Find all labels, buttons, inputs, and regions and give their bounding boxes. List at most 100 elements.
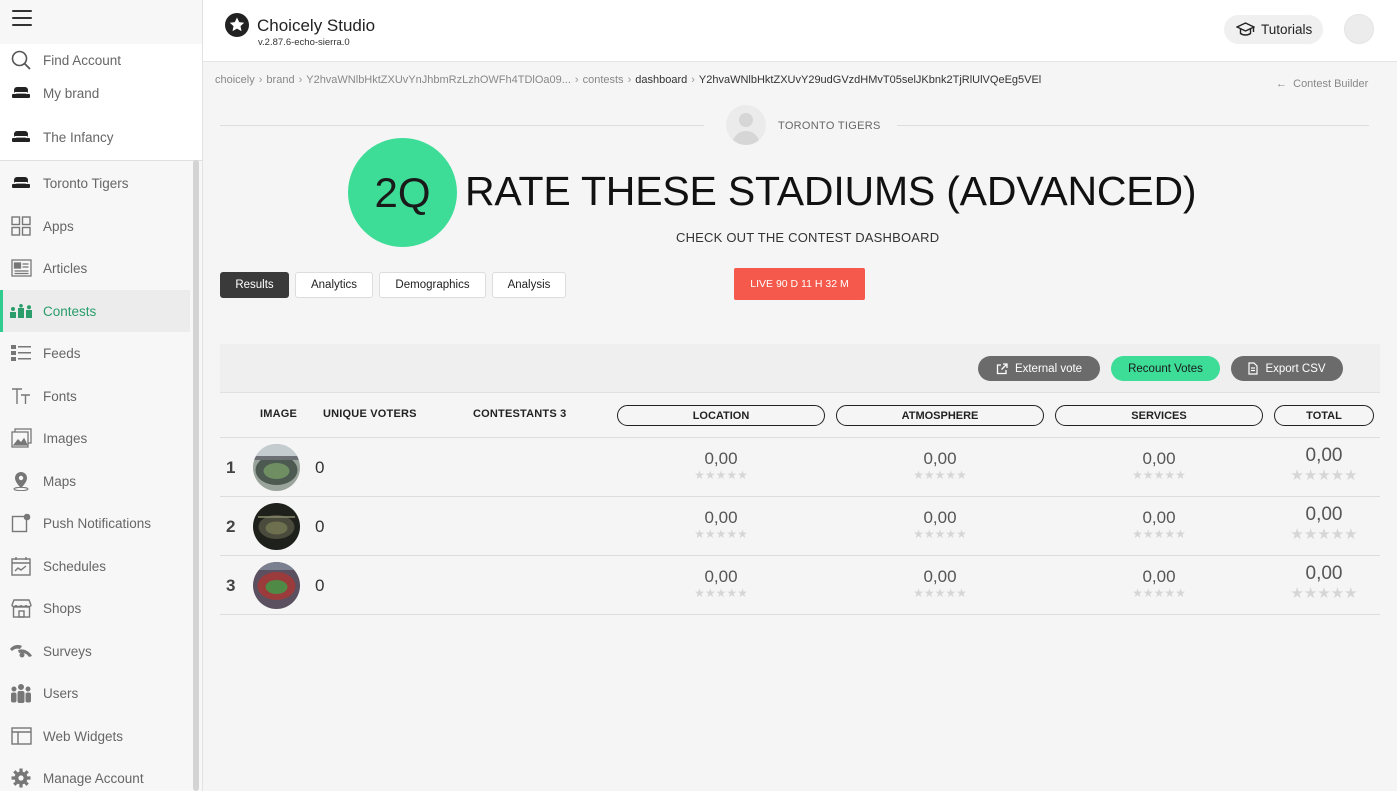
arrow-left-icon: ← — [1276, 78, 1287, 90]
total-score: 0,00 ★★★★★ — [1264, 504, 1384, 543]
external-vote-button[interactable]: External vote — [978, 356, 1100, 381]
contestant-image[interactable] — [253, 503, 300, 550]
star-rating-icon: ★★★★★ — [1290, 467, 1358, 484]
sidebar-item-articles[interactable]: Articles — [0, 247, 190, 289]
tab-analytics[interactable]: Analytics — [295, 272, 373, 298]
top-bar: Choicely Studio v.2.87.6-echo-sierra.0 T… — [203, 0, 1397, 62]
brand-hat-icon — [10, 172, 32, 194]
atmosphere-score: 0,00 ★★★★★ — [880, 567, 1000, 600]
row-unique-voters: 0 — [315, 458, 325, 477]
live-status-badge: LIVE 90 D 11 H 32 M — [734, 268, 865, 300]
export-csv-button[interactable]: Export CSV — [1231, 356, 1343, 381]
total-value: 0,00 — [1305, 445, 1343, 466]
sidebar-item-toronto-tigers[interactable]: Toronto Tigers — [0, 162, 190, 204]
breadcrumb: choicely › brand › Y2hvaWNlbHktZXUvYnJhbmRzL… — [215, 74, 1042, 86]
document-icon — [1248, 362, 1259, 375]
user-avatar[interactable] — [1344, 14, 1374, 44]
tutorials-label: Tutorials — [1261, 22, 1313, 37]
column-header-contestants: CONTESTANTS 3 — [473, 408, 567, 420]
tab-results[interactable]: Results — [220, 272, 289, 298]
sidebar-item-manage-account[interactable]: Manage Account — [0, 757, 190, 791]
sidebar-item-fonts[interactable]: Fonts — [0, 375, 190, 417]
fonts-icon — [10, 385, 32, 407]
sidebar-item-contests[interactable]: Contests — [0, 290, 190, 332]
sidebar-item-surveys[interactable]: Surveys — [0, 630, 190, 672]
column-header-location[interactable]: LOCATION — [617, 405, 825, 426]
sidebar-item-label: Fonts — [43, 388, 77, 404]
breadcrumb-item-dashboard[interactable]: dashboard — [635, 74, 687, 86]
sidebar-item-label: My brand — [43, 85, 100, 101]
search-icon — [10, 49, 32, 71]
sidebar-item-feeds[interactable]: Feeds — [0, 332, 190, 374]
row-rank: 3 — [226, 576, 236, 595]
brand-hat-icon — [10, 126, 32, 148]
total-value: 0,00 — [1305, 504, 1343, 525]
contests-icon — [10, 300, 32, 322]
column-header-total[interactable]: TOTAL — [1274, 405, 1374, 426]
sidebar-item-label: Maps — [43, 473, 77, 489]
push-notification-icon — [10, 512, 32, 534]
sidebar-item-label: Push Notifications — [43, 515, 152, 531]
sidebar-item-apps[interactable]: Apps — [0, 205, 190, 247]
sidebar-item-label: Schedules — [43, 558, 107, 574]
contestant-image[interactable] — [253, 444, 300, 491]
sidebar-item-schedules[interactable]: Schedules — [0, 545, 190, 587]
location-value: 0,00 — [704, 508, 738, 527]
column-header-image: IMAGE — [260, 408, 298, 420]
sidebar-item-label: Find Account — [43, 52, 122, 68]
sidebar-item-my-brand[interactable]: My brand — [0, 72, 190, 114]
star-rating-icon: ★★★★★ — [913, 527, 967, 541]
choicely-logo-icon[interactable] — [225, 13, 249, 37]
breadcrumb-item-choicely[interactable]: choicely — [215, 74, 255, 86]
tutorials-button[interactable]: Tutorials — [1224, 15, 1323, 44]
sidebar-item-users[interactable]: Users — [0, 672, 190, 714]
contest-builder-link[interactable]: ← Contest Builder — [1276, 78, 1368, 90]
table-row[interactable]: 1 0 0,00 ★★★★★ 0,00 ★★★★★ 0,00 ★★★★★ 0,00 ★★… — [220, 438, 1380, 497]
gear-icon — [10, 767, 32, 789]
sidebar-item-images[interactable]: Images — [0, 417, 190, 459]
sidebar-scrollbar-thumb[interactable] — [193, 160, 199, 791]
recount-votes-button[interactable]: Recount Votes — [1111, 356, 1220, 381]
column-header-services[interactable]: SERVICES — [1055, 405, 1263, 426]
breadcrumb-item-contests[interactable]: contests — [583, 74, 624, 86]
location-score: 0,00 ★★★★★ — [661, 508, 781, 541]
column-header-atmosphere[interactable]: ATMOSPHERE — [836, 405, 1044, 426]
sidebar-item-label: Surveys — [43, 643, 92, 659]
star-rating-icon: ★★★★★ — [1132, 586, 1186, 600]
contestant-image[interactable] — [253, 562, 300, 609]
row-rank: 1 — [226, 458, 236, 477]
images-icon — [10, 427, 32, 449]
tab-analysis[interactable]: Analysis — [492, 272, 566, 298]
atmosphere-value: 0,00 — [923, 508, 957, 527]
sidebar-item-push-notifications[interactable]: Push Notifications — [0, 502, 190, 544]
apps-grid-icon — [10, 215, 32, 237]
breadcrumb-item-brand-id[interactable]: Y2hvaWNlbHktZXUvYnJhbmRzLzhOWFh4TDlOa09.… — [306, 74, 571, 86]
breadcrumb-item-brand[interactable]: brand — [266, 74, 294, 86]
sidebar-item-maps[interactable]: Maps — [0, 460, 190, 502]
sidebar-item-label: Apps — [43, 218, 74, 234]
services-score: 0,00 ★★★★★ — [1099, 449, 1219, 482]
contest-subtitle: CHECK OUT THE CONTEST DASHBOARD — [676, 230, 940, 245]
brand-hat-icon — [10, 82, 32, 104]
app-version: v.2.87.6-echo-sierra.0 — [258, 37, 350, 48]
atmosphere-value: 0,00 — [923, 449, 957, 468]
hamburger-menu-icon[interactable] — [12, 10, 32, 28]
widget-icon — [10, 725, 32, 747]
sidebar-item-the-infancy[interactable]: The Infancy — [0, 116, 190, 158]
star-rating-icon: ★★★★★ — [1290, 585, 1358, 602]
table-row[interactable]: 3 0 0,00 ★★★★★ 0,00 ★★★★★ 0,00 ★★★★★ 0,00 ★★… — [220, 556, 1380, 615]
contest-badge: 2Q — [348, 138, 457, 247]
articles-icon — [10, 257, 32, 279]
sidebar-item-web-widgets[interactable]: Web Widgets — [0, 715, 190, 757]
sidebar-item-shops[interactable]: Shops — [0, 587, 190, 629]
tab-demographics[interactable]: Demographics — [379, 272, 486, 298]
external-link-icon — [996, 362, 1008, 374]
location-score: 0,00 ★★★★★ — [661, 449, 781, 482]
sidebar-item-label: Images — [43, 430, 88, 446]
external-vote-label: External vote — [1014, 362, 1083, 375]
sidebar-scrollbar[interactable] — [192, 160, 200, 791]
star-rating-icon: ★★★★★ — [694, 527, 748, 541]
table-row[interactable]: 2 0 0,00 ★★★★★ 0,00 ★★★★★ 0,00 ★★★★★ 0,00 ★★… — [220, 497, 1380, 556]
column-header-unique-voters: UNIQUE VOTERS — [323, 408, 417, 420]
sidebar-item-label: Toronto Tigers — [43, 175, 129, 191]
